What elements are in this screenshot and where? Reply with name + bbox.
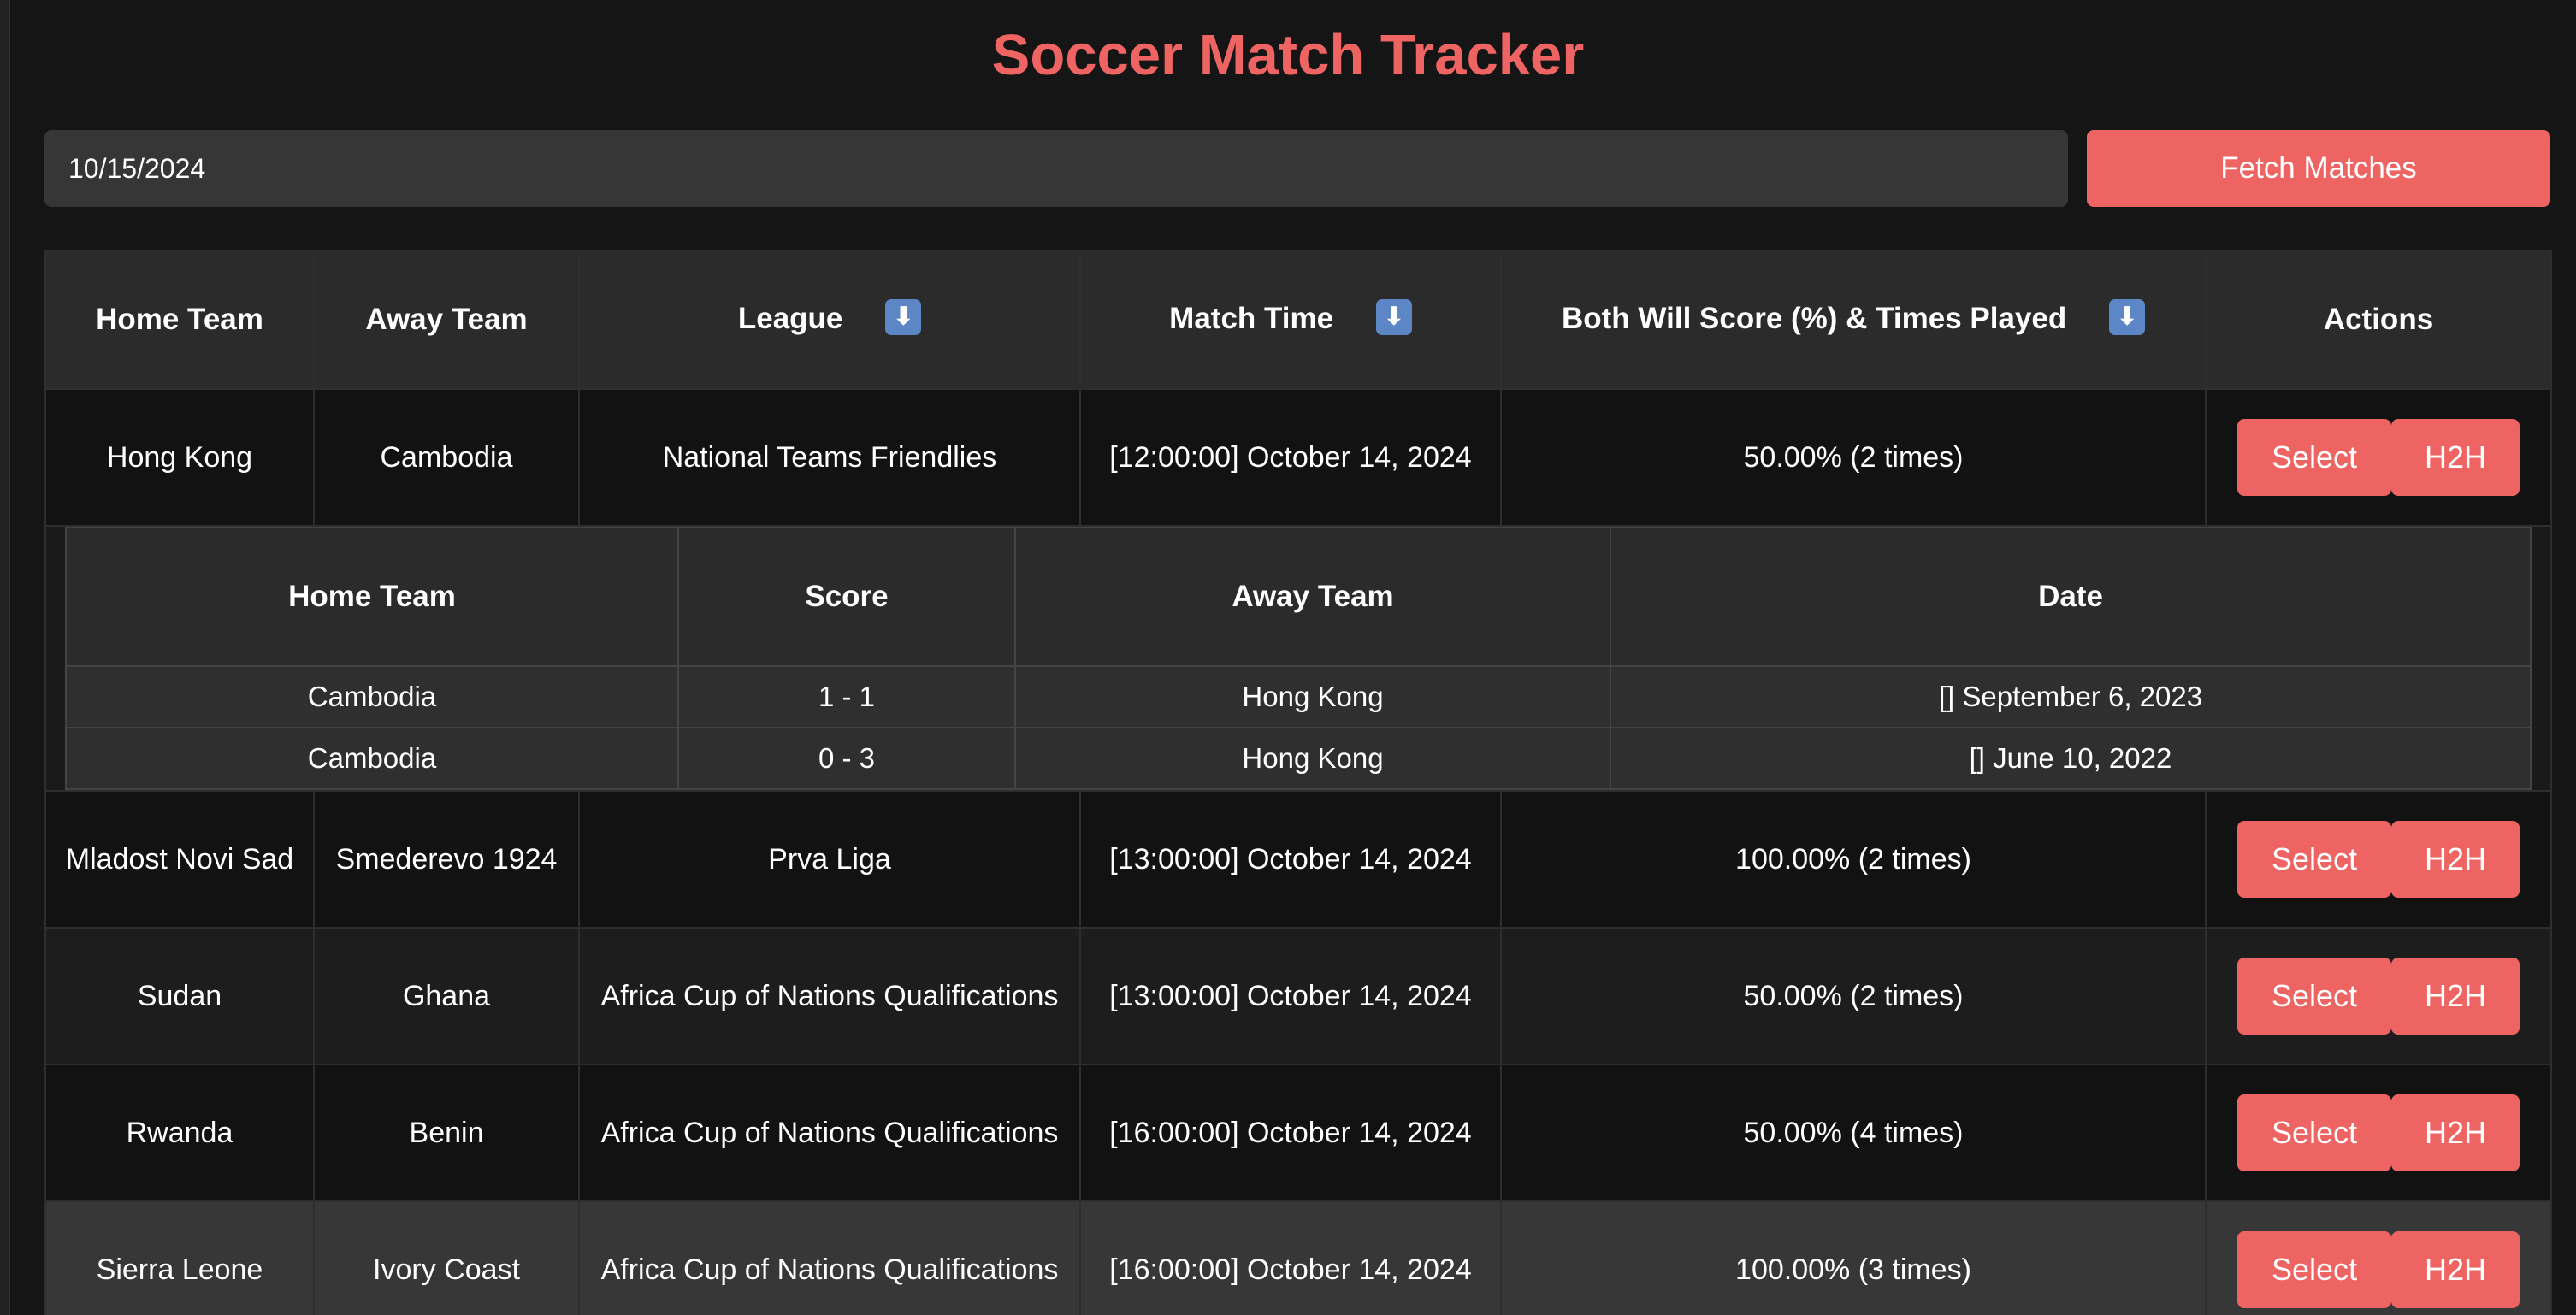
col-league-label: League (737, 301, 843, 335)
h2h-button[interactable]: H2H (2391, 1231, 2520, 1308)
col-away-team-label: Away Team (365, 303, 528, 336)
both-score-cell: 100.00% (3 times) (1500, 1200, 2207, 1315)
h2h-home-cell: Cambodia (65, 665, 679, 728)
col-away-team: Away Team (313, 250, 580, 390)
actions-cell: Select H2H (2205, 388, 2552, 527)
h2h-row: Cambodia 0 - 3 Hong Kong [] June 10, 202… (65, 727, 2532, 790)
h2h-button[interactable]: H2H (2391, 821, 2520, 898)
match-time-cell: [12:00:00] October 14, 2024 (1079, 388, 1502, 527)
sort-match-time-icon[interactable]: ⬇ (1375, 299, 1412, 336)
date-input[interactable] (44, 130, 2068, 207)
h2h-score-cell: 1 - 1 (677, 665, 1016, 728)
col-home-team: Home Team (44, 250, 315, 390)
fetch-matches-button[interactable]: Fetch Matches (2087, 130, 2550, 207)
col-match-time: Match Time ⬇ (1079, 250, 1502, 390)
h2h-away-cell: Hong Kong (1014, 727, 1611, 790)
match-row: Sudan Ghana Africa Cup of Nations Qualif… (44, 927, 2552, 1065)
h2h-score-cell: 0 - 3 (677, 727, 1016, 790)
actions-cell: Select H2H (2205, 790, 2552, 929)
home-team-cell: Rwanda (44, 1064, 315, 1202)
select-button[interactable]: Select (2237, 1094, 2391, 1171)
h2h-button[interactable]: H2H (2391, 419, 2520, 496)
home-team-cell: Sudan (44, 927, 315, 1065)
h2h-date-cell: [] June 10, 2022 (1610, 727, 2532, 790)
h2h-header-row: Home Team Score Away Team Date (65, 527, 2532, 667)
away-team-cell: Ghana (313, 927, 580, 1065)
home-team-cell: Sierra Leone (44, 1200, 315, 1315)
select-button[interactable]: Select (2237, 419, 2391, 496)
h2h-col-score: Score (677, 527, 1016, 667)
actions-cell: Select H2H (2205, 1200, 2552, 1315)
select-button[interactable]: Select (2237, 1231, 2391, 1308)
both-score-cell: 100.00% (2 times) (1500, 790, 2207, 929)
actions-cell: Select H2H (2205, 927, 2552, 1065)
both-score-cell: 50.00% (2 times) (1500, 388, 2207, 527)
select-button[interactable]: Select (2237, 821, 2391, 898)
col-league: League ⬇ (578, 250, 1081, 390)
h2h-away-cell: Hong Kong (1014, 665, 1611, 728)
h2h-panel-row: Home Team Score Away Team Date Cambodia … (44, 525, 2552, 792)
both-score-cell: 50.00% (2 times) (1500, 927, 2207, 1065)
h2h-col-home: Home Team (65, 527, 679, 667)
league-cell: Africa Cup of Nations Qualifications (578, 1064, 1081, 1202)
h2h-col-date: Date (1610, 527, 2532, 667)
col-actions: Actions (2205, 250, 2552, 390)
h2h-panel: Home Team Score Away Team Date Cambodia … (44, 525, 2552, 792)
col-match-time-label: Match Time (1169, 301, 1334, 335)
home-team-cell: Mladost Novi Sad (44, 790, 315, 929)
both-score-cell: 50.00% (4 times) (1500, 1064, 2207, 1202)
h2h-table: Home Team Score Away Team Date Cambodia … (65, 527, 2532, 790)
match-time-cell: [16:00:00] October 14, 2024 (1079, 1064, 1502, 1202)
select-button[interactable]: Select (2237, 958, 2391, 1035)
match-row: Rwanda Benin Africa Cup of Nations Quali… (44, 1064, 2552, 1202)
actions-cell: Select H2H (2205, 1064, 2552, 1202)
match-row: Mladost Novi Sad Smederevo 1924 Prva Lig… (44, 790, 2552, 929)
page-title: Soccer Match Tracker (991, 23, 1585, 87)
away-team-cell: Ivory Coast (313, 1200, 580, 1315)
match-row: Sierra Leone Ivory Coast Africa Cup of N… (44, 1200, 2552, 1315)
match-time-cell: [13:00:00] October 14, 2024 (1079, 790, 1502, 929)
league-cell: Africa Cup of Nations Qualifications (578, 1200, 1081, 1315)
match-time-cell: [16:00:00] October 14, 2024 (1079, 1200, 1502, 1315)
page: Soccer Match Tracker Fetch Matches Home … (0, 0, 2576, 1315)
sort-league-icon[interactable]: ⬇ (885, 299, 922, 336)
matches-table: Home Team Away Team League ⬇ Match Time … (44, 250, 2552, 1315)
away-team-cell: Smederevo 1924 (313, 790, 580, 929)
league-cell: National Teams Friendlies (578, 388, 1081, 527)
match-row: Hong Kong Cambodia National Teams Friend… (44, 388, 2552, 527)
sort-both-score-icon[interactable]: ⬇ (2109, 299, 2146, 336)
league-cell: Prva Liga (578, 790, 1081, 929)
home-team-cell: Hong Kong (44, 388, 315, 527)
h2h-button[interactable]: H2H (2391, 958, 2520, 1035)
away-team-cell: Cambodia (313, 388, 580, 527)
col-both-score: Both Will Score (%) & Times Played ⬇ (1500, 250, 2207, 390)
col-home-team-label: Home Team (96, 303, 263, 336)
h2h-row: Cambodia 1 - 1 Hong Kong [] September 6,… (65, 665, 2532, 728)
match-time-cell: [13:00:00] October 14, 2024 (1079, 927, 1502, 1065)
matches-header-row: Home Team Away Team League ⬇ Match Time … (44, 250, 2552, 390)
league-cell: Africa Cup of Nations Qualifications (578, 927, 1081, 1065)
away-team-cell: Benin (313, 1064, 580, 1202)
window-edge (0, 0, 10, 1315)
col-actions-label: Actions (2323, 303, 2434, 336)
col-both-score-label: Both Will Score (%) & Times Played (1561, 301, 2067, 335)
h2h-col-away: Away Team (1014, 527, 1611, 667)
h2h-home-cell: Cambodia (65, 727, 679, 790)
h2h-date-cell: [] September 6, 2023 (1610, 665, 2532, 728)
h2h-button[interactable]: H2H (2391, 1094, 2520, 1171)
